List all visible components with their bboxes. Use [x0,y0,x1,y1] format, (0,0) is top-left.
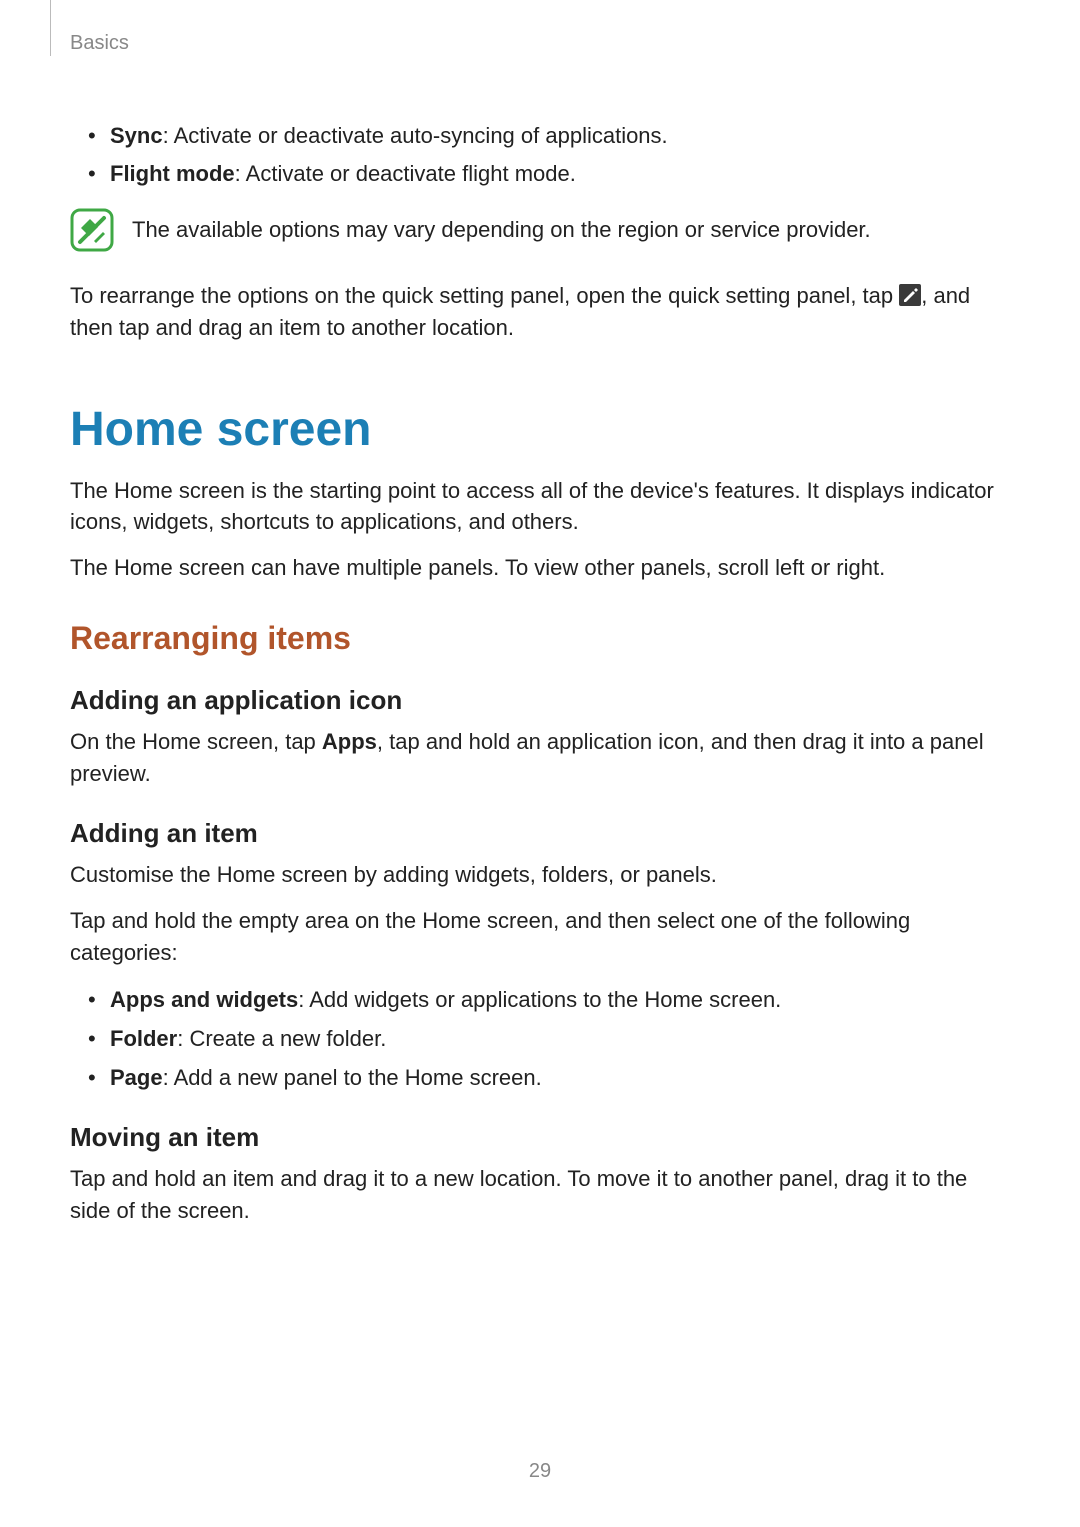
home-intro-2: The Home screen can have multiple panels… [70,552,1010,584]
term-page: Page [110,1065,163,1090]
heading-home-screen: Home screen [70,402,1010,457]
adding-item-p1: Customise the Home screen by adding widg… [70,859,1010,891]
edit-icon [899,284,921,306]
bullet-apps-and-widgets: Apps and widgets: Add widgets or applica… [110,983,1010,1016]
adding-item-bullets: Apps and widgets: Add widgets or applica… [70,983,1010,1094]
rearrange-panel-paragraph: To rearrange the options on the quick se… [70,280,1010,344]
note-icon [70,208,114,252]
term-sync: Sync [110,123,163,148]
adding-item-p2: Tap and hold the empty area on the Home … [70,905,1010,969]
desc-page: : Add a new panel to the Home screen. [163,1065,542,1090]
heading-moving-an-item: Moving an item [70,1122,1010,1153]
header-rule [50,0,51,56]
desc-sync: : Activate or deactivate auto-syncing of… [163,123,668,148]
term-flight-mode: Flight mode [110,161,235,186]
bullet-flight-mode: Flight mode: Activate or deactivate flig… [110,158,1010,190]
moving-item-text: Tap and hold an item and drag it to a ne… [70,1163,1010,1227]
desc-flight-mode: : Activate or deactivate flight mode. [235,161,576,186]
page-number: 29 [0,1460,1080,1483]
adding-app-icon-paragraph: On the Home screen, tap Apps, tap and ho… [70,726,1010,790]
term-apps-and-widgets: Apps and widgets [110,987,298,1012]
apps-label: Apps [322,729,377,754]
heading-adding-an-item: Adding an item [70,818,1010,849]
heading-rearranging-items: Rearranging items [70,620,1010,657]
note-callout: The available options may vary depending… [70,208,1010,252]
bullet-folder: Folder: Create a new folder. [110,1022,1010,1055]
desc-folder: : Create a new folder. [177,1026,386,1051]
heading-adding-application-icon: Adding an application icon [70,685,1010,716]
note-text: The available options may vary depending… [132,208,871,246]
page: Basics Sync: Activate or deactivate auto… [0,0,1080,1527]
desc-apps-and-widgets: : Add widgets or applications to the Hom… [298,987,781,1012]
rearrange-text-before: To rearrange the options on the quick se… [70,283,899,308]
home-intro-1: The Home screen is the starting point to… [70,475,1010,539]
adding-app-before: On the Home screen, tap [70,729,322,754]
bullet-sync: Sync: Activate or deactivate auto-syncin… [110,120,1010,152]
quick-settings-bullets: Sync: Activate or deactivate auto-syncin… [70,120,1010,190]
bullet-page: Page: Add a new panel to the Home screen… [110,1061,1010,1094]
header-section-label: Basics [70,32,129,55]
term-folder: Folder [110,1026,177,1051]
page-content: Sync: Activate or deactivate auto-syncin… [70,30,1010,1226]
